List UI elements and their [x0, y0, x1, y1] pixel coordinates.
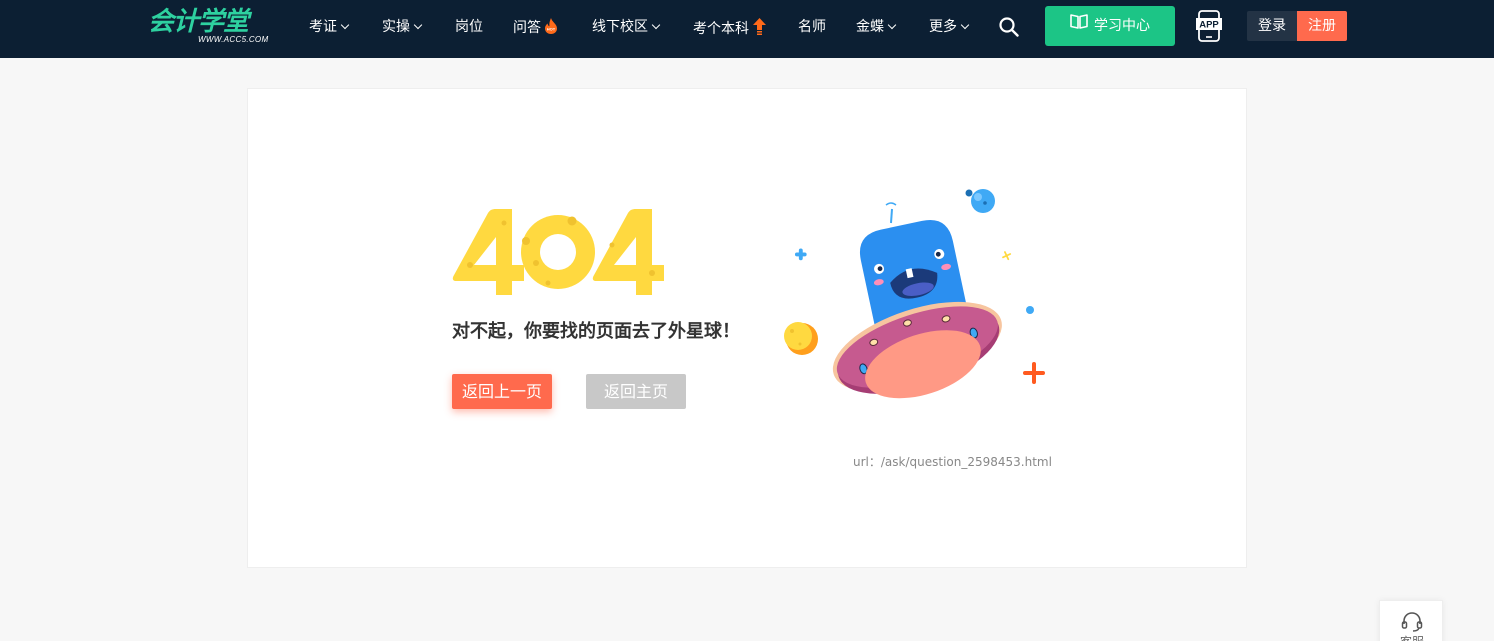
site-logo[interactable]: 会计学堂 WWW.ACC5.COM: [148, 6, 278, 46]
nav-item-benke[interactable]: 考个本科: [693, 16, 766, 38]
nav-label: 考证: [309, 19, 337, 35]
top-navbar: 会计学堂 WWW.ACC5.COM 考证 实操 岗位 问答 HOT 线下校区 考个…: [0, 0, 1494, 58]
app-download-icon[interactable]: APP: [1196, 10, 1222, 42]
chevron-down-icon: [340, 20, 350, 30]
chevron-down-icon: [887, 20, 897, 30]
nav-item-gangwei[interactable]: 岗位: [455, 16, 483, 38]
nav-label: 名师: [798, 19, 826, 35]
customer-service-label: 客服: [1380, 633, 1444, 641]
go-home-button[interactable]: 返回主页: [586, 374, 686, 409]
error-card: 对不起，你要找的页面去了外星球！ 返回上一页 返回主页 url：/ask/que…: [247, 88, 1247, 568]
nav-label: 岗位: [455, 19, 483, 35]
study-center-button[interactable]: 学习中心: [1045, 6, 1175, 46]
nav-item-shicao[interactable]: 实操: [382, 16, 423, 38]
nav-item-mingshi[interactable]: 名师: [798, 16, 826, 38]
study-center-label: 学习中心: [1094, 18, 1150, 34]
nav-item-kaozheng[interactable]: 考证: [309, 16, 350, 38]
nav-label: 更多: [929, 19, 957, 35]
nav-item-jindie[interactable]: 金蝶: [856, 16, 897, 38]
nav-label: 金蝶: [856, 19, 884, 35]
logo-text: 会计学堂: [148, 7, 249, 37]
error-code-404: [452, 209, 664, 295]
up-arrow-icon: [753, 18, 766, 42]
go-back-button[interactable]: 返回上一页: [452, 374, 552, 409]
nav-label: 实操: [382, 19, 410, 35]
chevron-down-icon: [651, 20, 661, 30]
nav-label: 考个本科: [693, 21, 749, 37]
logo-url: WWW.ACC5.COM: [198, 35, 269, 44]
headset-icon: [1401, 612, 1423, 632]
error-message: 对不起，你要找的页面去了外星球！: [452, 321, 740, 342]
app-label: APP: [1199, 20, 1219, 31]
ufo-alien-illustration: [784, 189, 1045, 399]
login-button[interactable]: 登录: [1247, 11, 1297, 41]
svg-text:HOT: HOT: [547, 27, 556, 32]
search-icon[interactable]: [998, 16, 1020, 38]
book-icon: [1070, 5, 1088, 45]
hot-flame-icon: HOT: [544, 18, 558, 41]
customer-service-button[interactable]: 客服: [1379, 600, 1443, 641]
chevron-down-icon: [413, 20, 423, 30]
nav-item-wenda[interactable]: 问答 HOT: [513, 16, 558, 38]
missing-url-text: url：/ask/question_2598453.html: [853, 455, 1052, 469]
nav-label: 线下校区: [592, 19, 648, 35]
nav-item-more[interactable]: 更多: [929, 16, 970, 38]
register-button[interactable]: 注册: [1297, 11, 1347, 41]
nav-label: 问答: [513, 20, 541, 36]
chevron-down-icon: [960, 20, 970, 30]
nav-item-xianxia[interactable]: 线下校区: [592, 16, 661, 38]
